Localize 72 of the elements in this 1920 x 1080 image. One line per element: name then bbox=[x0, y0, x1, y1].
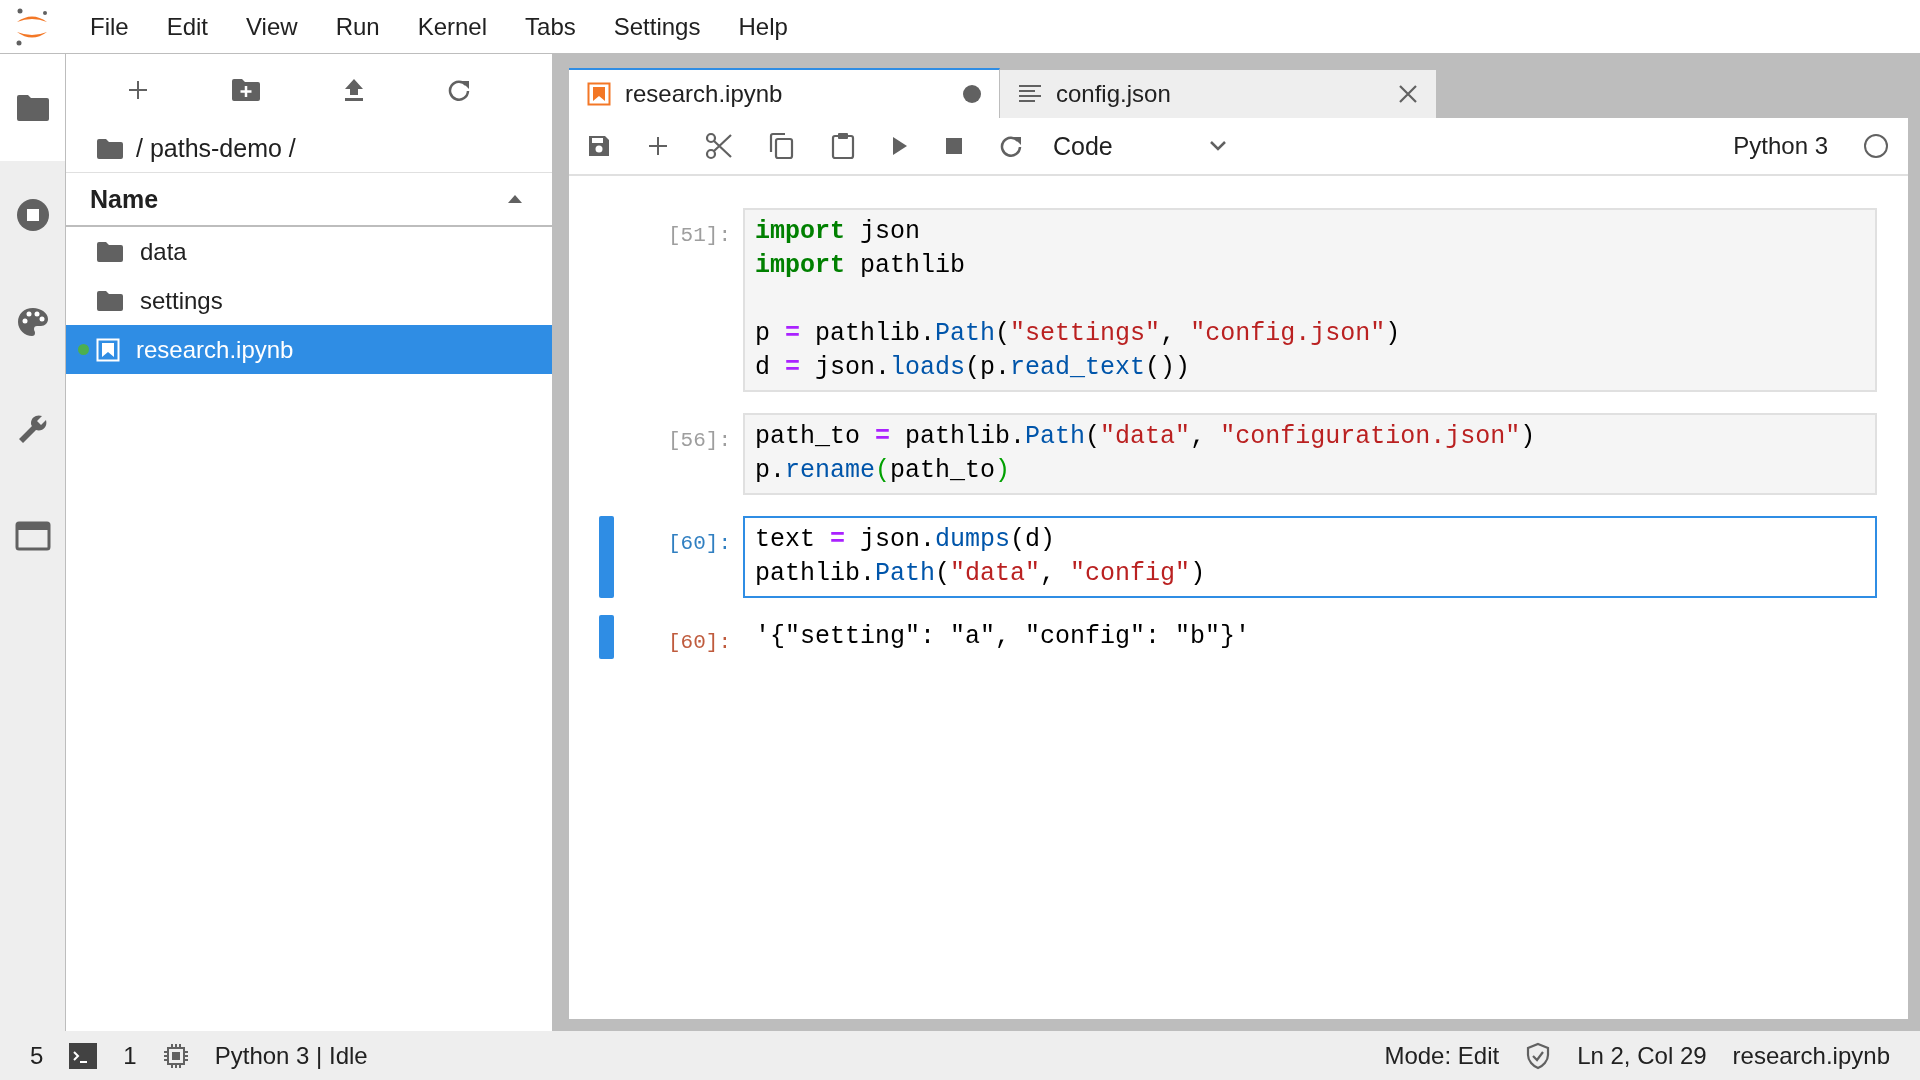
refresh-icon[interactable] bbox=[447, 77, 471, 102]
status-item[interactable]: research.ipynb bbox=[1732, 1041, 1890, 1070]
terminal-icon[interactable] bbox=[69, 1042, 98, 1069]
code-line: import json bbox=[755, 216, 922, 248]
copy-icon[interactable] bbox=[769, 132, 795, 160]
code-line: pathlib.Path("data", "config") bbox=[755, 558, 1207, 590]
execution-prompt: [60]: bbox=[667, 630, 732, 656]
menu-item[interactable]: Settings bbox=[595, 12, 721, 41]
palette-icon bbox=[16, 306, 49, 337]
folder-icon bbox=[96, 137, 124, 160]
restart-icon[interactable] bbox=[999, 134, 1023, 158]
close-icon[interactable] bbox=[1398, 84, 1418, 104]
stop-circle-icon bbox=[15, 197, 50, 232]
new-folder-icon[interactable] bbox=[231, 77, 261, 102]
listing-row[interactable]: data bbox=[66, 227, 552, 276]
run-icon[interactable] bbox=[891, 136, 909, 156]
status-item[interactable]: 5 bbox=[30, 1041, 44, 1070]
code-line: d = json.loads(p.read_text()) bbox=[755, 352, 1192, 384]
tab-label: research.ipynb bbox=[625, 80, 784, 108]
notebook-icon bbox=[587, 82, 611, 106]
code-line: path_to = pathlib.Path("data", "configuration.json") bbox=[755, 421, 1537, 453]
menu-item[interactable]: Run bbox=[317, 12, 400, 41]
file-name: settings bbox=[140, 286, 223, 315]
status-item[interactable]: Mode: Edit bbox=[1384, 1041, 1500, 1070]
text-lines-icon bbox=[1018, 84, 1042, 104]
execution-prompt: [56]: bbox=[667, 428, 732, 454]
document-tab[interactable]: config.json bbox=[1000, 70, 1437, 118]
status-item[interactable]: Ln 2, Col 29 bbox=[1577, 1041, 1707, 1070]
upload-icon[interactable] bbox=[343, 77, 365, 102]
cut-icon[interactable] bbox=[705, 132, 733, 160]
code-editor[interactable]: text = json.dumps(d) pathlib.Path("data", "config") bbox=[743, 516, 1877, 598]
file-name: data bbox=[140, 237, 187, 266]
plus-icon[interactable] bbox=[647, 135, 669, 157]
menu-item[interactable]: Kernel bbox=[399, 12, 508, 41]
menu-item[interactable]: Tabs bbox=[507, 12, 596, 41]
sort-caret-icon bbox=[508, 195, 522, 203]
cell-type-dropdown[interactable]: Code bbox=[1053, 131, 1227, 161]
tab-label: config.json bbox=[1056, 80, 1172, 108]
status-item[interactable]: 1 bbox=[123, 1041, 137, 1070]
paste-icon[interactable] bbox=[831, 132, 855, 160]
code-line: import pathlib bbox=[755, 250, 967, 282]
code-line: text = json.dumps(d) bbox=[755, 524, 1057, 556]
save-icon[interactable] bbox=[587, 134, 611, 158]
code-line: p.rename(path_to) bbox=[755, 455, 1012, 487]
breadcrumb-path[interactable]: / paths-demo / bbox=[136, 134, 296, 163]
code-line: p = pathlib.Path("settings", "config.json") bbox=[755, 318, 1402, 350]
code-editor[interactable]: path_to = pathlib.Path("data", "configuration.json") p.rename(path_to) bbox=[743, 413, 1877, 495]
output-text: '{"setting": "a", "config": "b"}' bbox=[755, 621, 1252, 653]
menu-item[interactable]: Help bbox=[720, 12, 808, 41]
menu-item[interactable]: File bbox=[72, 12, 149, 41]
folder-icon bbox=[96, 289, 124, 312]
sidebar-tab[interactable] bbox=[0, 54, 65, 161]
code-editor[interactable]: import json import pathlib p = pathlib.Path("settings", "config.json") d = json.loads(p.read_text()) bbox=[743, 208, 1877, 392]
document-tab[interactable]: research.ipynb bbox=[569, 68, 1000, 118]
chip-icon[interactable] bbox=[162, 1042, 189, 1069]
kernel-name[interactable]: Python 3 bbox=[1733, 132, 1828, 160]
column-header[interactable]: Name bbox=[66, 172, 552, 227]
shield-check-icon bbox=[1525, 1041, 1552, 1070]
window-icon bbox=[14, 520, 51, 551]
listing-row[interactable]: settings bbox=[66, 276, 552, 325]
menu-item[interactable]: Edit bbox=[148, 12, 229, 41]
file-name: research.ipynb bbox=[136, 335, 294, 364]
menu-item[interactable]: View bbox=[228, 12, 318, 41]
plus-icon[interactable] bbox=[127, 78, 149, 101]
execution-prompt: [60]: bbox=[667, 531, 732, 557]
execution-prompt: [51]: bbox=[667, 223, 732, 249]
stop-icon[interactable] bbox=[945, 137, 963, 155]
folder-icon bbox=[96, 240, 124, 263]
folder-icon bbox=[15, 93, 50, 122]
chevron-down-icon bbox=[1208, 140, 1227, 152]
notebook-icon bbox=[96, 337, 120, 362]
status-item[interactable]: Python 3 | Idle bbox=[214, 1041, 368, 1070]
